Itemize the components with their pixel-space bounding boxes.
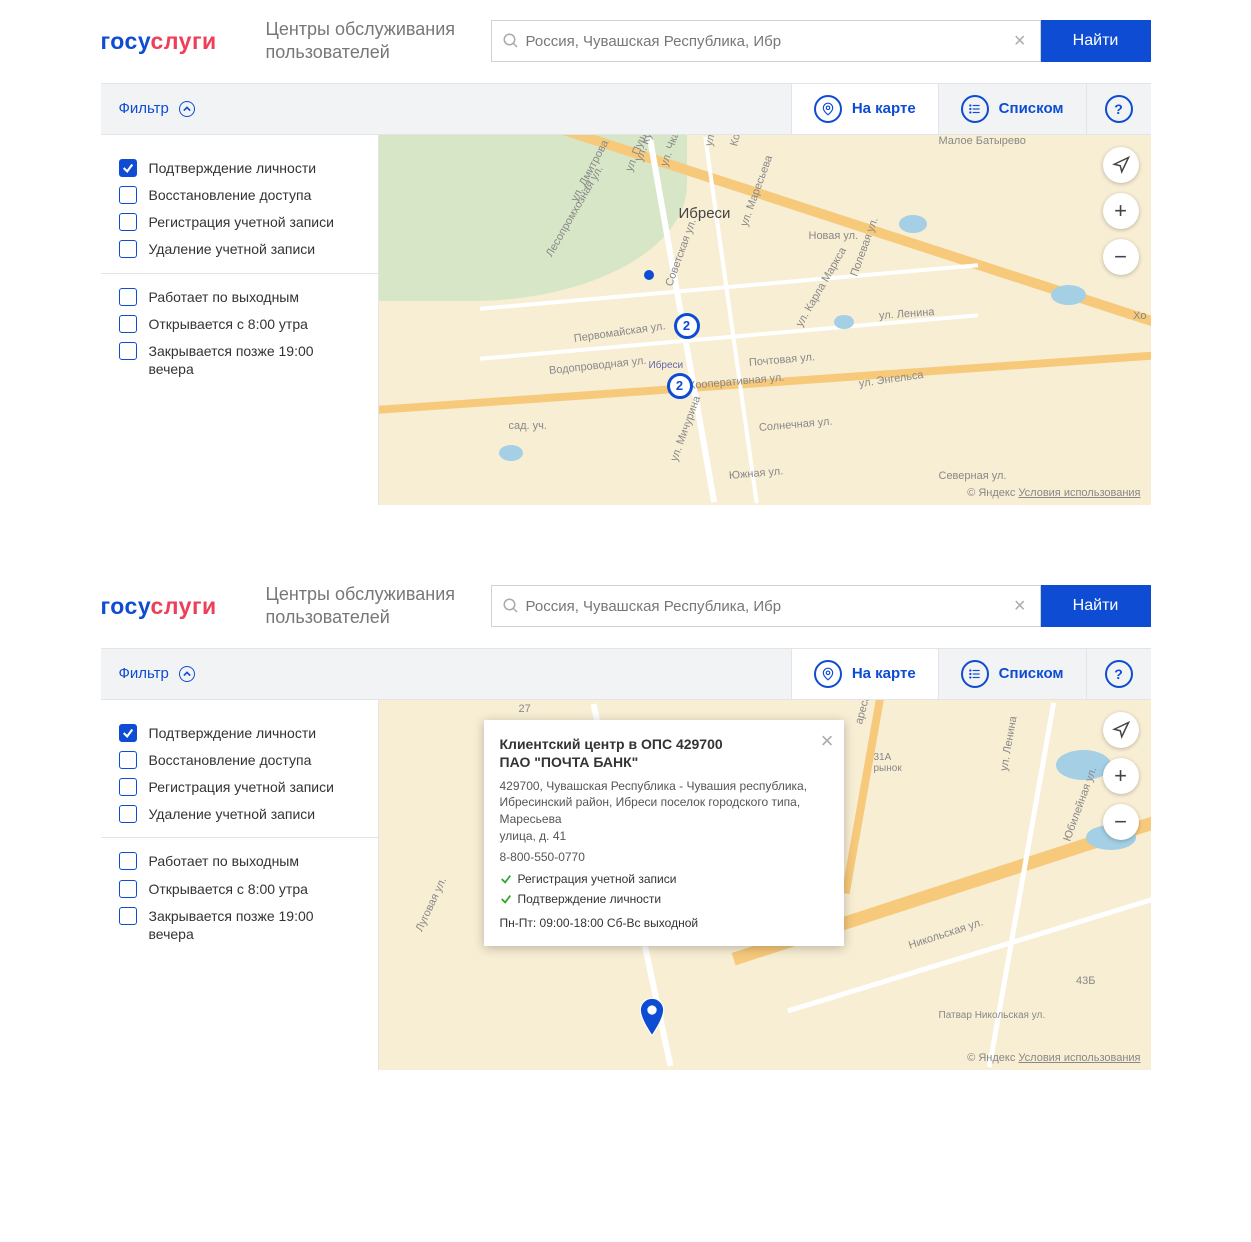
filter-checkbox[interactable]: Удаление учетной записи xyxy=(119,240,360,258)
page-title: Центры обслуживания пользователей xyxy=(266,583,491,630)
filter-checkbox[interactable]: Открывается с 8:00 утра xyxy=(119,880,360,898)
search-button[interactable]: Найти xyxy=(1041,585,1151,627)
page-title: Центры обслуживания пользователей xyxy=(266,18,491,65)
clear-icon[interactable]: × xyxy=(1010,595,1030,618)
checkbox-label: Открывается с 8:00 утра xyxy=(149,315,308,333)
tab-list[interactable]: Списком xyxy=(938,84,1086,134)
filter-checkbox[interactable]: Подтверждение личности xyxy=(119,159,360,177)
checkbox-label: Работает по выходным xyxy=(149,852,300,870)
check-icon xyxy=(500,873,512,885)
checkbox[interactable] xyxy=(119,778,137,796)
popup-title: Клиентский центр в ОПС 429700 xyxy=(500,736,808,752)
map-pin-icon xyxy=(814,660,842,688)
map-attribution: © Яндекс Условия использования xyxy=(967,1052,1140,1064)
filter-sidebar: Подтверждение личности Восстановление дос… xyxy=(101,135,379,505)
checkbox-label: Открывается с 8:00 утра xyxy=(149,880,308,898)
tab-map[interactable]: На карте xyxy=(791,84,938,134)
checkbox[interactable] xyxy=(119,240,137,258)
popup-org: ПАО "ПОЧТА БАНК" xyxy=(500,754,808,770)
checkbox-label: Закрывается позже 19:00 вечера xyxy=(149,907,360,943)
map-pin[interactable] xyxy=(638,998,666,1039)
filter-checkbox[interactable]: Закрывается позже 19:00 вечера xyxy=(119,907,360,943)
filter-checkbox[interactable]: Подтверждение личности xyxy=(119,724,360,742)
tab-list[interactable]: Списком xyxy=(938,649,1086,699)
filter-checkbox[interactable]: Регистрация учетной записи xyxy=(119,213,360,231)
search-box: × xyxy=(491,585,1041,627)
list-icon xyxy=(961,660,989,688)
checkbox-label: Работает по выходным xyxy=(149,288,300,306)
checkbox-label: Регистрация учетной записи xyxy=(149,778,334,796)
filter-checkbox[interactable]: Закрывается позже 19:00 вечера xyxy=(119,342,360,378)
checkbox[interactable] xyxy=(119,159,137,177)
search-icon xyxy=(502,597,520,615)
checkbox[interactable] xyxy=(119,724,137,742)
locate-button[interactable] xyxy=(1103,147,1139,183)
popup-hours: Пн-Пт: 09:00-18:00 Сб-Вс выходной xyxy=(500,916,808,930)
filter-checkbox[interactable]: Восстановление доступа xyxy=(119,751,360,769)
logo[interactable]: госуслуги xyxy=(101,28,266,55)
checkbox-label: Восстановление доступа xyxy=(149,751,312,769)
zoom-in-button[interactable]: + xyxy=(1103,758,1139,794)
filter-checkbox[interactable]: Открывается с 8:00 утра xyxy=(119,315,360,333)
filter-toggle[interactable]: Фильтр xyxy=(101,84,213,134)
close-icon[interactable]: × xyxy=(821,728,834,754)
map-attribution: © Яндекс Условия использования xyxy=(967,487,1140,499)
map-canvas[interactable]: Ибреси Малое Батырево сад. уч. Хо ул. Ку… xyxy=(379,135,1151,505)
checkbox[interactable] xyxy=(119,186,137,204)
zoom-in-button[interactable]: + xyxy=(1103,193,1139,229)
checkbox[interactable] xyxy=(119,907,137,925)
search-button[interactable]: Найти xyxy=(1041,20,1151,62)
search-icon xyxy=(502,32,520,50)
zoom-out-button[interactable]: − xyxy=(1103,804,1139,840)
locate-button[interactable] xyxy=(1103,712,1139,748)
search-input[interactable] xyxy=(520,33,1010,50)
checkbox[interactable] xyxy=(119,288,137,306)
checkbox[interactable] xyxy=(119,751,137,769)
checkbox[interactable] xyxy=(119,805,137,823)
checkbox-label: Подтверждение личности xyxy=(149,159,317,177)
checkbox-label: Удаление учетной записи xyxy=(149,240,316,258)
filter-toggle[interactable]: Фильтр xyxy=(101,649,213,699)
checkbox-label: Регистрация учетной записи xyxy=(149,213,334,231)
search-box: × xyxy=(491,20,1041,62)
checkbox[interactable] xyxy=(119,315,137,333)
checkbox-label: Подтверждение личности xyxy=(149,724,317,742)
filter-checkbox[interactable]: Работает по выходным xyxy=(119,852,360,870)
filter-checkbox[interactable]: Работает по выходным xyxy=(119,288,360,306)
help-button[interactable]: ? xyxy=(1086,649,1151,699)
popup-phone: 8-800-550-0770 xyxy=(500,849,808,866)
zoom-out-button[interactable]: − xyxy=(1103,239,1139,275)
filter-checkbox[interactable]: Регистрация учетной записи xyxy=(119,778,360,796)
map-pin-icon xyxy=(814,95,842,123)
checkbox[interactable] xyxy=(119,880,137,898)
chevron-up-icon xyxy=(179,666,195,682)
search-input[interactable] xyxy=(520,598,1010,615)
checkbox[interactable] xyxy=(119,342,137,360)
filter-checkbox[interactable]: Восстановление доступа xyxy=(119,186,360,204)
map-cluster[interactable]: 2 xyxy=(667,373,693,399)
filter-sidebar: Подтверждение личности Восстановление дос… xyxy=(101,700,379,1070)
checkbox-label: Восстановление доступа xyxy=(149,186,312,204)
check-icon xyxy=(500,893,512,905)
location-popup: × Клиентский центр в ОПС 429700 ПАО "ПОЧ… xyxy=(484,720,844,946)
clear-icon[interactable]: × xyxy=(1010,30,1030,53)
map-cluster[interactable]: 2 xyxy=(674,313,700,339)
checkbox[interactable] xyxy=(119,852,137,870)
checkbox-label: Закрывается позже 19:00 вечера xyxy=(149,342,360,378)
help-button[interactable]: ? xyxy=(1086,84,1151,134)
list-icon xyxy=(961,95,989,123)
tab-map[interactable]: На карте xyxy=(791,649,938,699)
map-canvas[interactable]: Луговая ул. 27 аресьева ул. Ленина Юбиле… xyxy=(379,700,1151,1070)
checkbox-label: Удаление учетной записи xyxy=(149,805,316,823)
logo[interactable]: госуслуги xyxy=(101,593,266,620)
checkbox[interactable] xyxy=(119,213,137,231)
filter-checkbox[interactable]: Удаление учетной записи xyxy=(119,805,360,823)
map-dot[interactable] xyxy=(644,270,654,280)
chevron-up-icon xyxy=(179,101,195,117)
